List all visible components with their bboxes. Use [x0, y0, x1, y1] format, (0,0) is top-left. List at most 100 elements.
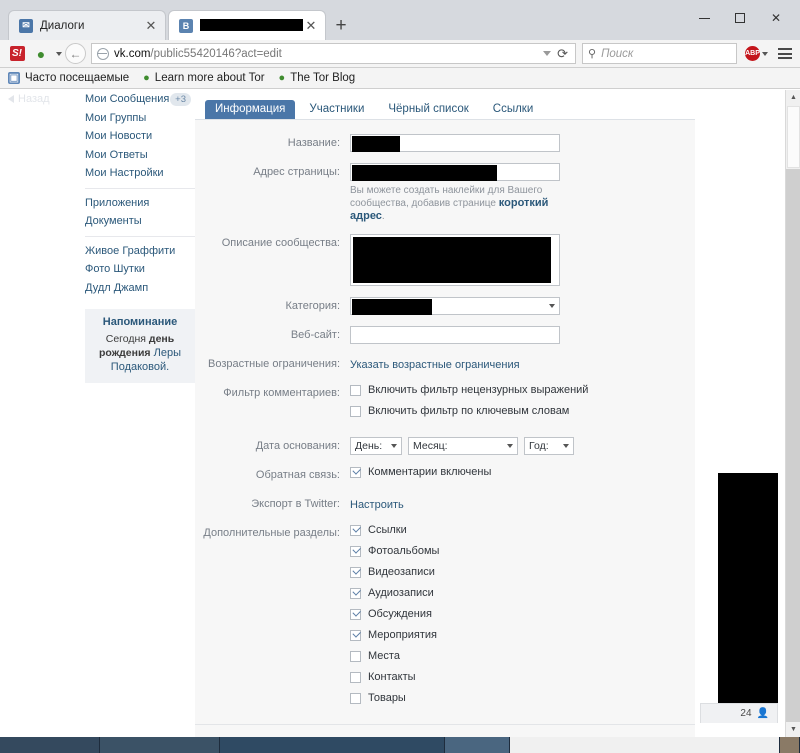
sidebar-item-graffiti[interactable]: Живое Граффити — [85, 242, 195, 261]
chevron-down-icon[interactable] — [56, 51, 62, 56]
torbutton-onion-icon[interactable]: ● — [30, 43, 52, 65]
name-input[interactable] — [350, 134, 560, 152]
age-restriction-link[interactable]: Указать возрастные ограничения — [350, 359, 520, 371]
sidebar-item-messages[interactable]: Мои Сообщения +3 — [85, 90, 195, 109]
chat-panel-redacted — [718, 473, 778, 703]
sidebar-item-apps[interactable]: Приложения — [85, 194, 195, 213]
sidebar-item-news[interactable]: Мои Новости — [85, 127, 195, 146]
checkbox-row-comments-enabled[interactable]: Комментарии включены — [350, 466, 681, 478]
maximize-button[interactable] — [722, 6, 758, 30]
chat-online-bar[interactable]: 24 👤 — [700, 703, 778, 723]
year-select[interactable]: Год: — [524, 437, 574, 455]
checkbox-row-tovary[interactable]: Товары — [350, 692, 681, 704]
profanity-filter-checkbox[interactable] — [350, 384, 361, 396]
bookmark-tor-blog[interactable]: ● The Tor Blog — [279, 72, 356, 84]
window-controls: ✕ — [686, 0, 800, 40]
close-icon[interactable]: ✕ — [143, 18, 159, 34]
checkbox-row-meropriyatiya[interactable]: Мероприятия — [350, 629, 681, 641]
form-row-website: Веб-сайт: — [195, 326, 695, 344]
titlebar: ✉ Диалоги ✕ В ✕ + ✕ — [0, 0, 800, 40]
keyword-filter-checkbox[interactable] — [350, 405, 361, 417]
section-checkbox[interactable] — [350, 566, 361, 578]
checkbox-row-kontakty[interactable]: Контакты — [350, 671, 681, 683]
close-window-button[interactable]: ✕ — [758, 6, 794, 30]
month-select[interactable]: Месяц: — [408, 437, 518, 455]
tab-ssylki[interactable]: Ссылки — [483, 100, 544, 119]
taskbar-item[interactable] — [100, 737, 220, 753]
scroll-up-icon[interactable]: ▲ — [786, 90, 800, 105]
scroll-down-icon[interactable]: ▼ — [786, 722, 800, 737]
twitter-setup-link[interactable]: Настроить — [350, 499, 404, 511]
checkbox-row-keywords[interactable]: Включить фильтр по ключевым словам — [350, 405, 681, 417]
checkbox-label: Контакты — [368, 671, 416, 683]
checkbox-row-fotoalbomy[interactable]: Фотоальбомы — [350, 545, 681, 557]
scrollbar-track[interactable] — [786, 169, 800, 722]
section-checkbox[interactable] — [350, 692, 361, 704]
checkbox-label: Фотоальбомы — [368, 545, 440, 557]
taskbar-item[interactable] — [220, 737, 445, 753]
checkbox-row-videozapisi[interactable]: Видеозаписи — [350, 566, 681, 578]
sidebar-item-documents[interactable]: Документы — [85, 212, 195, 231]
sidebar-item-doodle-jump[interactable]: Дудл Джамп — [85, 279, 195, 298]
browser-tab-dialogi[interactable]: ✉ Диалоги ✕ — [8, 10, 166, 40]
back-button[interactable]: ← — [65, 43, 86, 64]
tab-chernyy-spisok[interactable]: Чёрный список — [378, 100, 478, 119]
taskbar-item[interactable] — [445, 737, 510, 753]
month-label: Месяц: — [413, 440, 448, 452]
description-textarea[interactable] — [350, 234, 560, 286]
page-scrollbar[interactable]: ▲ ▼ — [785, 90, 800, 737]
url-bar[interactable]: vk.com/public55420146?act=edit ⟳ — [91, 43, 576, 64]
onion-icon: ● — [278, 71, 286, 84]
chevron-down-icon[interactable] — [762, 51, 768, 56]
taskbar-item-active[interactable] — [510, 737, 780, 753]
category-select[interactable] — [350, 297, 560, 315]
address-label: Адрес страницы: — [253, 166, 340, 178]
new-tab-button[interactable]: + — [328, 12, 354, 40]
section-checkbox[interactable] — [350, 524, 361, 536]
checkbox-row-mesta[interactable]: Места — [350, 650, 681, 662]
section-checkbox[interactable] — [350, 608, 361, 620]
minimize-button[interactable] — [686, 6, 722, 30]
form-row-age: Возрастные ограничения: Указать возрастн… — [195, 355, 695, 373]
sidebar-item-groups[interactable]: Мои Группы — [85, 109, 195, 128]
section-checkbox[interactable] — [350, 671, 361, 683]
address-input[interactable] — [350, 163, 560, 181]
sidebar-item-label: Мои Группы — [85, 111, 147, 124]
website-label: Веб-сайт: — [290, 329, 340, 341]
section-checkbox[interactable] — [350, 545, 361, 557]
browser-tab-vk[interactable]: В ✕ — [168, 10, 326, 40]
checkbox-row-profanity[interactable]: Включить фильтр нецензурных выражений — [350, 384, 681, 396]
chevron-down-icon[interactable] — [543, 51, 552, 56]
section-checkbox[interactable] — [350, 650, 361, 662]
adblock-icon[interactable]: ABP — [745, 46, 760, 61]
taskbar-item[interactable] — [0, 737, 100, 753]
scrollbar-thumb[interactable] — [787, 106, 800, 168]
checkbox-row-ssylki[interactable]: Ссылки — [350, 524, 681, 536]
bookmark-learn-more-tor[interactable]: ● Learn more about Tor — [143, 72, 264, 84]
sidebar-item-answers[interactable]: Мои Ответы — [85, 146, 195, 165]
bookmark-frequently-visited[interactable]: ▣ Часто посещаемые — [8, 72, 129, 84]
taskbar-item[interactable] — [780, 737, 800, 753]
section-checkbox[interactable] — [350, 587, 361, 599]
sidebar-item-photo-jokes[interactable]: Фото Шутки — [85, 260, 195, 279]
comments-enabled-checkbox[interactable] — [350, 466, 361, 478]
checkbox-row-audiozapisi[interactable]: Аудиозаписи — [350, 587, 681, 599]
stumbleupon-icon[interactable]: S! — [6, 43, 28, 65]
website-input[interactable] — [350, 326, 560, 344]
day-select[interactable]: День: — [350, 437, 402, 455]
tab-informatsiya[interactable]: Информация — [205, 100, 296, 119]
search-bar[interactable]: ⚲ Поиск — [582, 43, 737, 64]
checkbox-label: Комментарии включены — [368, 466, 492, 478]
tab-uchastniki[interactable]: Участники — [299, 100, 374, 119]
reload-icon[interactable]: ⟳ — [557, 46, 568, 62]
sidebar-item-label: Дудл Джамп — [85, 281, 149, 294]
sidebar-item-settings[interactable]: Мои Настройки — [85, 164, 195, 183]
close-icon[interactable]: ✕ — [303, 18, 319, 34]
checkbox-row-obsuzhdeniya[interactable]: Обсуждения — [350, 608, 681, 620]
back-link[interactable]: Назад — [8, 93, 50, 105]
menu-icon[interactable] — [778, 48, 792, 59]
unread-badge: +3 — [170, 92, 191, 106]
tab-title-redacted — [200, 19, 303, 32]
reminder-title: Напоминание — [102, 316, 178, 328]
section-checkbox[interactable] — [350, 629, 361, 641]
